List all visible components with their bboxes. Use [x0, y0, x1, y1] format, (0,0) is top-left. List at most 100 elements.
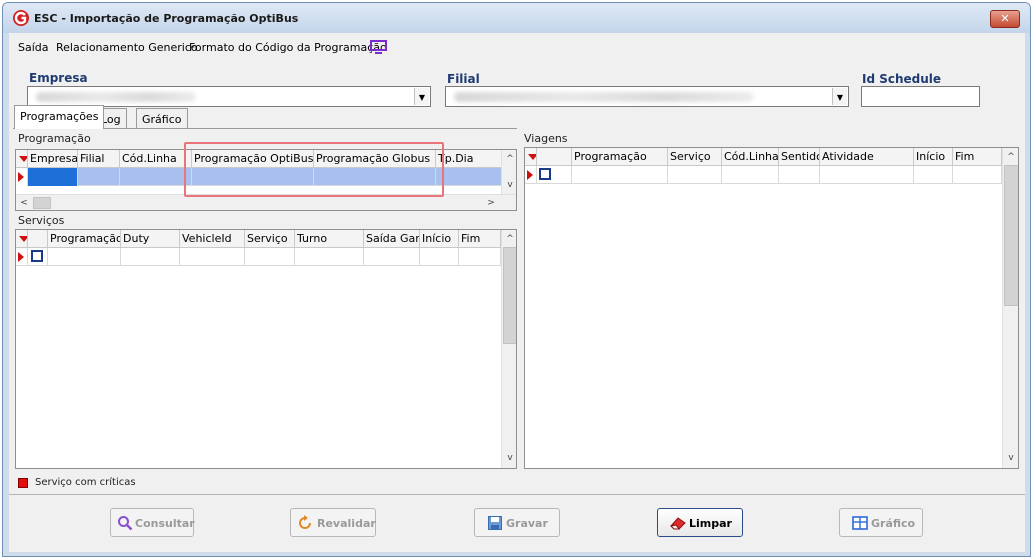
table-row[interactable] — [525, 166, 1002, 184]
col-programacao[interactable]: Programação — [572, 148, 668, 166]
scroll-up-icon[interactable]: ^ — [502, 151, 516, 167]
window-title: ESC - Importação de Programação OptiBus — [34, 12, 299, 25]
app-logo-icon — [13, 10, 29, 26]
servicos-grid-header: Programação Duty VehicleId Serviço Turno… — [16, 230, 501, 248]
col-servico[interactable]: Serviço — [245, 230, 295, 248]
cell-cod-linha[interactable] — [120, 168, 192, 186]
cell-tp-dia[interactable] — [436, 168, 502, 186]
empresa-value-redacted — [36, 92, 196, 102]
monitor-icon[interactable] — [370, 40, 388, 54]
cell-atividade[interactable] — [820, 166, 914, 184]
cell-servico[interactable] — [668, 166, 722, 184]
viagens-grid-header: Programação Serviço Cód.Linha Sentido At… — [525, 148, 1002, 166]
col-check[interactable] — [28, 230, 48, 248]
cell-cod-linha[interactable] — [722, 166, 779, 184]
col-turno[interactable]: Turno — [295, 230, 364, 248]
scroll-down-icon[interactable]: v — [502, 450, 516, 466]
empresa-dropdown-arrow-icon[interactable]: ▼ — [414, 88, 429, 105]
cell-turno[interactable] — [295, 248, 364, 266]
current-row-arrow-icon — [18, 252, 24, 262]
programacao-vscrollbar[interactable]: ^ v — [501, 150, 516, 194]
table-row[interactable] — [16, 248, 501, 266]
cell-servico[interactable] — [245, 248, 295, 266]
cell-sentido[interactable] — [779, 166, 820, 184]
col-cod-linha[interactable]: Cód.Linha — [120, 150, 192, 168]
col-check[interactable] — [537, 148, 572, 166]
col-fim[interactable]: Fim — [459, 230, 501, 248]
menu-formato-codigo-programacao[interactable]: Formato do Código da Programação — [189, 41, 387, 54]
col-cod-linha[interactable]: Cód.Linha — [722, 148, 779, 166]
button-bar: Consultar Revalidar Gravar Limpar Gráfic… — [9, 494, 1025, 552]
col-saida-gar[interactable]: Saída Gar. — [364, 230, 420, 248]
cell-empresa[interactable] — [28, 168, 78, 186]
col-inicio[interactable]: Início — [420, 230, 459, 248]
vscroll-thumb[interactable] — [1004, 165, 1018, 306]
grafico-button[interactable]: Gráfico — [839, 508, 923, 537]
empresa-combo[interactable]: ▼ — [27, 86, 431, 107]
app-window: ESC - Importação de Programação OptiBus … — [2, 2, 1031, 557]
col-filial[interactable]: Filial — [78, 150, 120, 168]
cell-duty[interactable] — [121, 248, 180, 266]
cell-programacao[interactable] — [572, 166, 668, 184]
eraser-icon — [669, 517, 686, 530]
consultar-button[interactable]: Consultar — [110, 508, 195, 537]
col-atividade[interactable]: Atividade — [820, 148, 914, 166]
scroll-up-icon[interactable]: ^ — [502, 231, 516, 247]
cell-saida-gar[interactable] — [364, 248, 420, 266]
empresa-label: Empresa — [29, 71, 88, 85]
cell-vehicleid[interactable] — [180, 248, 245, 266]
hscroll-thumb[interactable] — [33, 197, 51, 209]
cell-fim[interactable] — [953, 166, 1002, 184]
cell-inicio[interactable] — [420, 248, 459, 266]
filial-combo[interactable]: ▼ — [445, 86, 849, 107]
scroll-left-icon[interactable]: < — [16, 195, 32, 210]
col-programacao[interactable]: Programação — [48, 230, 121, 248]
consultar-label: Consultar — [135, 517, 195, 530]
servicos-vscrollbar[interactable]: ^ v — [501, 230, 516, 468]
col-vehicleid[interactable]: VehicleId — [180, 230, 245, 248]
col-servico[interactable]: Serviço — [668, 148, 722, 166]
limpar-button[interactable]: Limpar — [657, 508, 743, 537]
filial-value-redacted — [454, 92, 754, 102]
cell-fim[interactable] — [459, 248, 501, 266]
cell-inicio[interactable] — [914, 166, 953, 184]
cell-filial[interactable] — [78, 168, 120, 186]
menu-saida[interactable]: Saída — [18, 41, 49, 54]
chart-icon — [852, 516, 868, 530]
viagens-vscrollbar[interactable]: ^ v — [1002, 148, 1018, 468]
current-row-arrow-icon — [18, 172, 24, 182]
col-sentido[interactable]: Sentido — [779, 148, 820, 166]
legend-text: Serviço com críticas — [35, 477, 136, 488]
close-button[interactable]: ✕ — [990, 10, 1020, 28]
cell-check[interactable] — [537, 166, 572, 184]
viagens-grid: Programação Serviço Cód.Linha Sentido At… — [524, 147, 1019, 469]
scroll-down-icon[interactable]: v — [1003, 450, 1018, 466]
tab-grafico[interactable]: Gráfico — [136, 108, 188, 128]
cell-programacao[interactable] — [48, 248, 121, 266]
programacao-section-label: Programação — [18, 132, 91, 145]
row-checkbox[interactable] — [539, 168, 551, 180]
scroll-up-icon[interactable]: ^ — [1003, 149, 1018, 165]
scroll-down-icon[interactable]: v — [502, 177, 516, 193]
row-indicator-header — [16, 230, 28, 248]
scroll-right-icon[interactable]: > — [483, 195, 499, 210]
gravar-button[interactable]: Gravar — [474, 508, 560, 537]
col-inicio[interactable]: Início — [914, 148, 953, 166]
tab-programacoes[interactable]: Programações — [14, 105, 105, 129]
highlight-box — [184, 142, 444, 197]
grafico-label: Gráfico — [871, 517, 916, 530]
col-empresa[interactable]: Empresa — [28, 150, 78, 168]
filial-dropdown-arrow-icon[interactable]: ▼ — [832, 88, 847, 105]
menu-relacionamento-generico[interactable]: Relacionamento Generico — [56, 41, 198, 54]
id-schedule-input[interactable] — [861, 86, 980, 107]
filial-label: Filial — [447, 72, 480, 86]
row-checkbox[interactable] — [31, 250, 43, 262]
vscroll-thumb[interactable] — [503, 247, 516, 344]
col-fim[interactable]: Fim — [953, 148, 1002, 166]
revalidar-button[interactable]: Revalidar — [290, 508, 376, 537]
col-duty[interactable]: Duty — [121, 230, 180, 248]
row-indicator — [16, 168, 28, 186]
col-tp-dia[interactable]: Tp.Dia — [436, 150, 502, 168]
cell-check[interactable] — [28, 248, 48, 266]
legend-color-swatch — [18, 478, 28, 488]
